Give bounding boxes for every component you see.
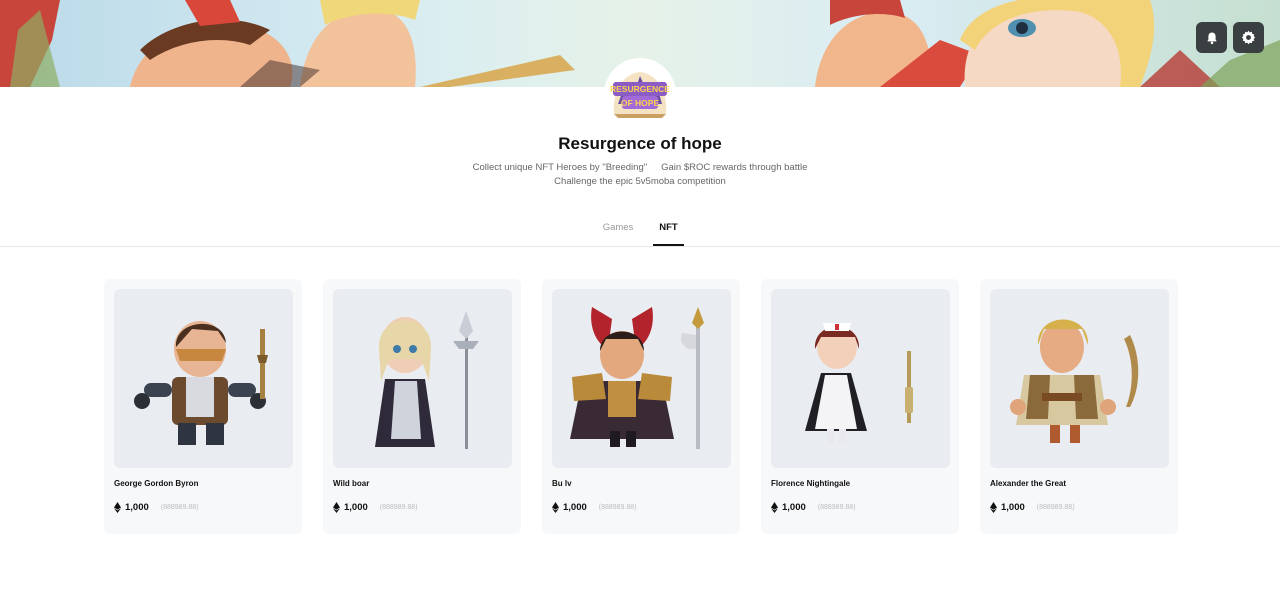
- nft-card[interactable]: Florence Nightingale 1,000 (888989.88): [761, 279, 959, 534]
- hero-bu-lv-image: [570, 307, 704, 449]
- nft-image: [552, 289, 731, 468]
- ethereum-icon: [771, 501, 778, 513]
- nft-price-row: 1,000 (888989.88): [552, 501, 637, 513]
- nft-price: 1,000: [1001, 501, 1025, 513]
- nft-price-row: 1,000 (888989.88): [990, 501, 1075, 513]
- description-rewards: Gain $ROC rewards through battle: [661, 162, 808, 173]
- nft-price: 1,000: [125, 501, 149, 513]
- nft-image: [114, 289, 293, 468]
- description-breeding: Collect unique NFT Heroes by "Breeding": [472, 162, 648, 173]
- nft-name: Alexander the Great: [990, 479, 1067, 488]
- ethereum-icon: [552, 501, 559, 513]
- logo-text-line1: RESURGENCE: [610, 84, 670, 94]
- ethereum-icon: [333, 501, 340, 513]
- nft-price: 1,000: [563, 501, 587, 513]
- collection-description-line2: Challenge the epic 5v5moba competition: [554, 176, 726, 187]
- nft-price-row: 1,000 (888989.88): [333, 501, 418, 513]
- nft-price-fiat: (888989.88): [1036, 503, 1075, 511]
- nft-card[interactable]: George Gordon Byron 1,000 (888989.88): [104, 279, 302, 534]
- collection-description-line1: Collect unique NFT Heroes by "Breeding" G…: [0, 162, 1280, 173]
- bell-icon: [1206, 32, 1217, 44]
- nft-image: [771, 289, 950, 468]
- nft-price: 1,000: [782, 501, 806, 513]
- nft-price-fiat: (888989.88): [598, 503, 637, 511]
- logo-text-line2: OF HOPE: [621, 98, 660, 108]
- nft-price-fiat: (888989.88): [160, 503, 199, 511]
- nft-name: Wild boar: [333, 479, 370, 488]
- nft-card[interactable]: Bu lv 1,000 (888989.88): [542, 279, 740, 534]
- collection-tabs: Games NFT: [0, 222, 1280, 247]
- nft-price-row: 1,000 (888989.88): [771, 501, 856, 513]
- tab-nft[interactable]: NFT: [653, 222, 684, 246]
- nft-image: [990, 289, 1169, 468]
- hero-alexander-image: [1010, 319, 1139, 443]
- nft-card[interactable]: Alexander the Great 1,000 (888989.88): [980, 279, 1178, 534]
- nft-price-fiat: (888989.88): [379, 503, 418, 511]
- hero-florence-image: [805, 323, 913, 443]
- ethereum-icon: [114, 501, 121, 513]
- ethereum-icon: [990, 501, 997, 513]
- hero-byron-image: [134, 321, 268, 445]
- nft-name: Florence Nightingale: [771, 479, 851, 488]
- nft-name: Bu lv: [552, 479, 572, 488]
- settings-button[interactable]: [1233, 22, 1264, 53]
- nft-image: [333, 289, 512, 468]
- tab-games[interactable]: Games: [596, 222, 640, 246]
- collection-title: Resurgence of hope: [558, 134, 722, 153]
- nft-price: 1,000: [344, 501, 368, 513]
- gear-icon: [1241, 30, 1256, 45]
- nft-grid: George Gordon Byron 1,000 (888989.88) Wi…: [104, 279, 1184, 535]
- nft-card[interactable]: Wild boar 1,000 (888989.88): [323, 279, 521, 534]
- notifications-button[interactable]: [1196, 22, 1227, 53]
- hero-wild-boar-image: [375, 311, 479, 449]
- nft-price-row: 1,000 (888989.88): [114, 501, 199, 513]
- nft-name: George Gordon Byron: [114, 479, 199, 488]
- nft-price-fiat: (888989.88): [817, 503, 856, 511]
